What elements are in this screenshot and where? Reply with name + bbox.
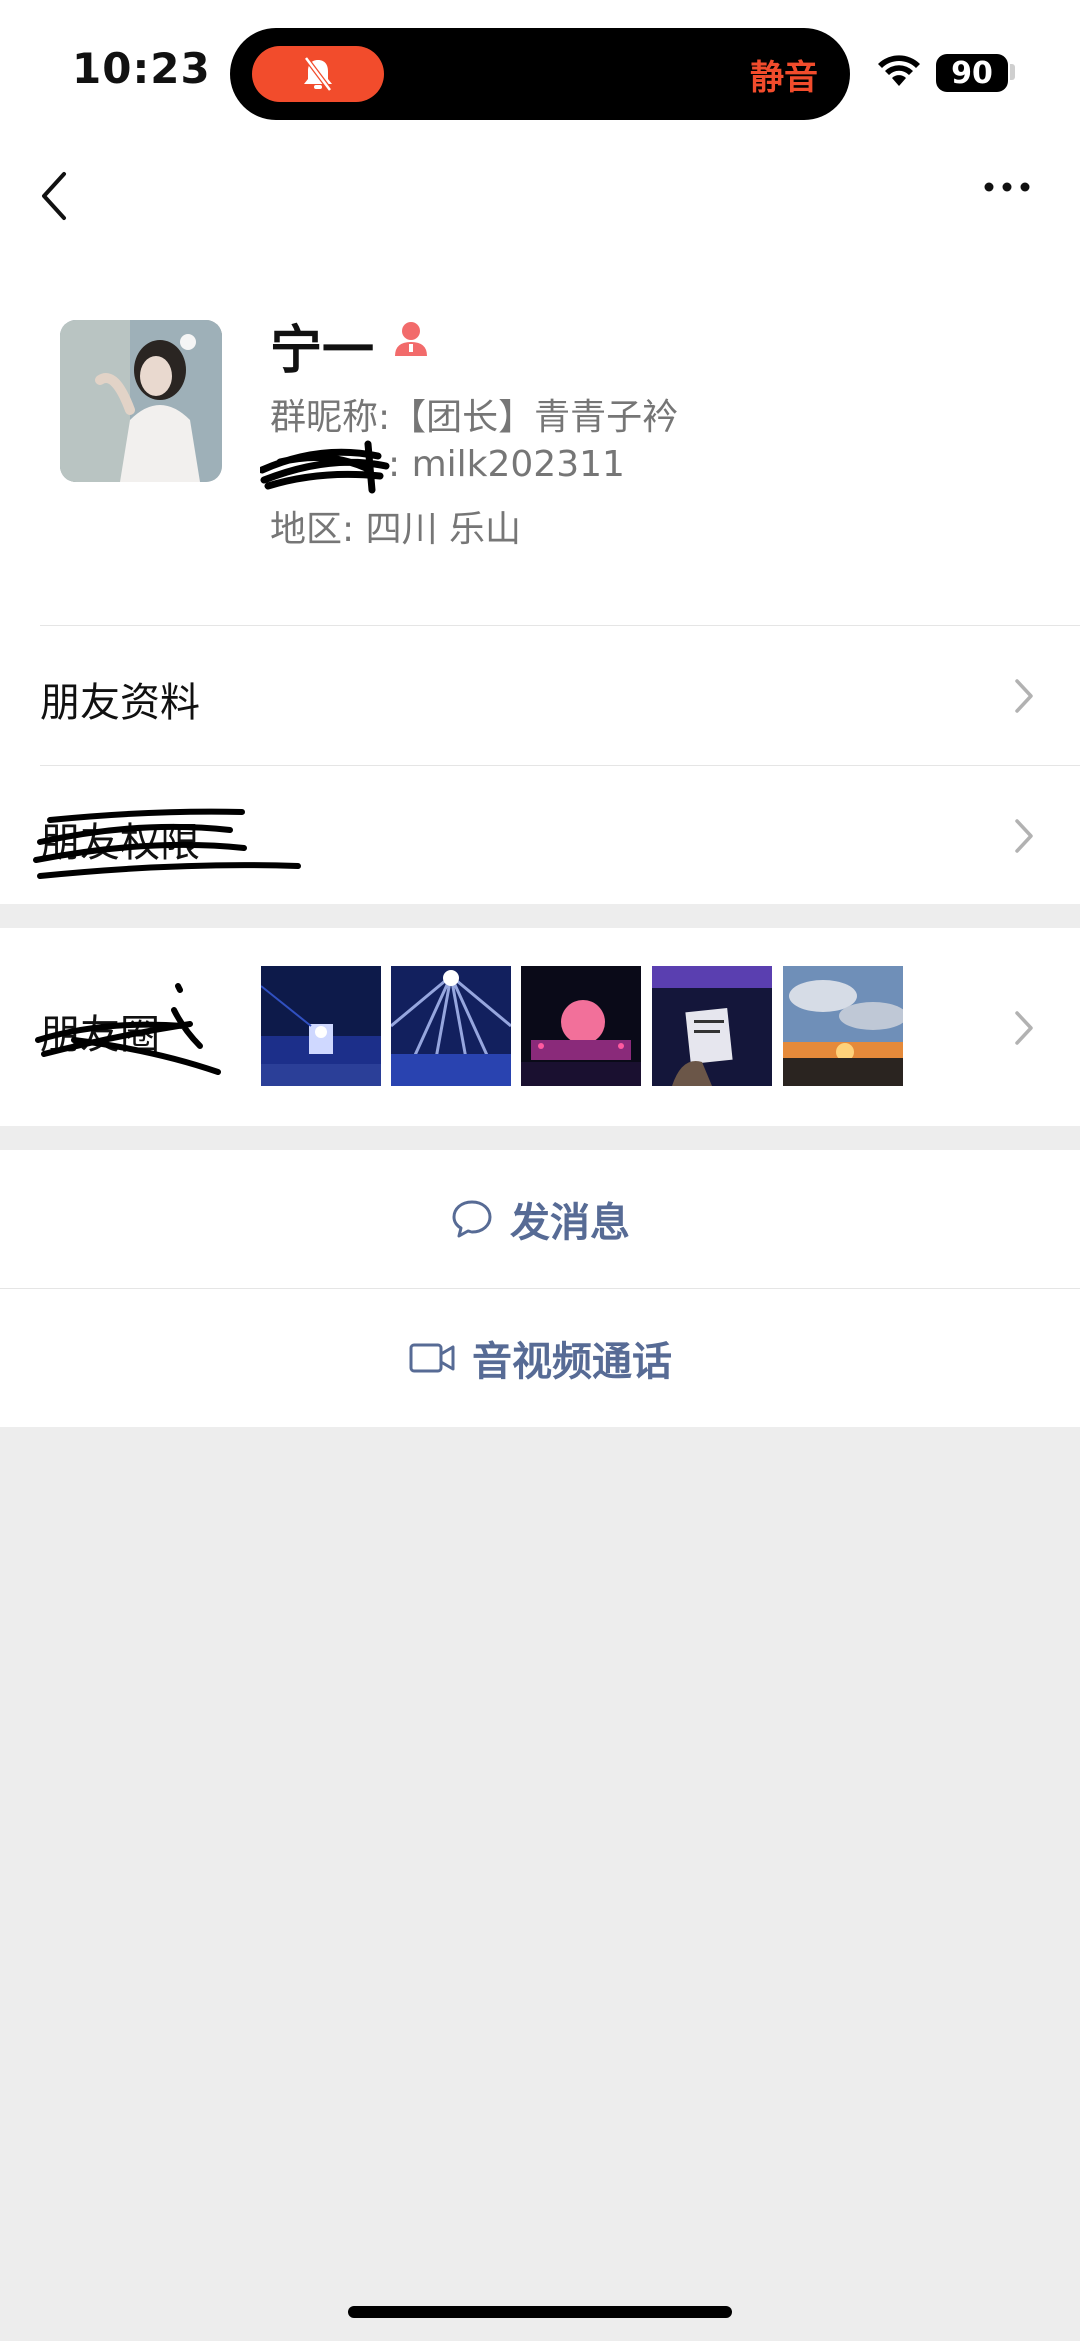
wechat-id-row: : milk202311 [260,440,625,494]
status-bar: 10:23 静音 90 [0,0,1080,140]
wechat-id: : milk202311 [388,444,625,485]
video-camera-icon [409,1343,455,1373]
silent-label: 静音 [750,58,818,98]
moments-photo[interactable] [261,966,381,1086]
video-call-button[interactable]: 音视频通话 [0,1289,1080,1427]
region: 地区: 四川 乐山 [270,509,522,550]
friend-info-label: 朋友资料 [40,680,200,726]
avatar-portrait [60,320,222,482]
back-arrow-icon[interactable] [36,168,72,224]
dynamic-island: 静音 [230,28,850,120]
chevron-right-icon [1015,1011,1033,1045]
more-options-icon[interactable] [982,172,1032,202]
battery-tip [1010,64,1015,80]
friend-info-row[interactable]: 朋友资料 [0,626,1080,766]
video-call-label: 音视频通话 [472,1339,672,1385]
bell-muted-icon [304,56,332,92]
wifi-icon [878,55,920,86]
chevron-right-icon [1015,679,1033,713]
female-gender-icon [395,322,427,356]
silent-pill [252,46,384,102]
moments-photo[interactable] [652,966,772,1086]
chevron-right-icon [1015,819,1033,853]
friend-permissions-label: 朋友权限 [40,820,200,866]
moments-photo[interactable] [783,966,903,1086]
group-nickname: 群昵称:【团长】青青子衿 [270,397,679,438]
moments-label: 朋友圈 [40,1012,160,1058]
status-time: 10:23 [72,44,211,93]
send-message-button[interactable]: 发消息 [0,1150,1080,1288]
battery-indicator: 90 [936,54,1008,92]
chat-bubble-icon [452,1200,492,1238]
send-message-label: 发消息 [510,1200,630,1246]
home-indicator[interactable] [348,2306,732,2318]
wechat-id-label-redacted [260,440,390,494]
contact-name: 宁一 [270,321,375,381]
friend-permissions-row[interactable]: 朋友权限 [0,766,1080,906]
moments-photo[interactable] [521,966,641,1086]
avatar[interactable] [60,320,222,482]
moments-photo[interactable] [391,966,511,1086]
